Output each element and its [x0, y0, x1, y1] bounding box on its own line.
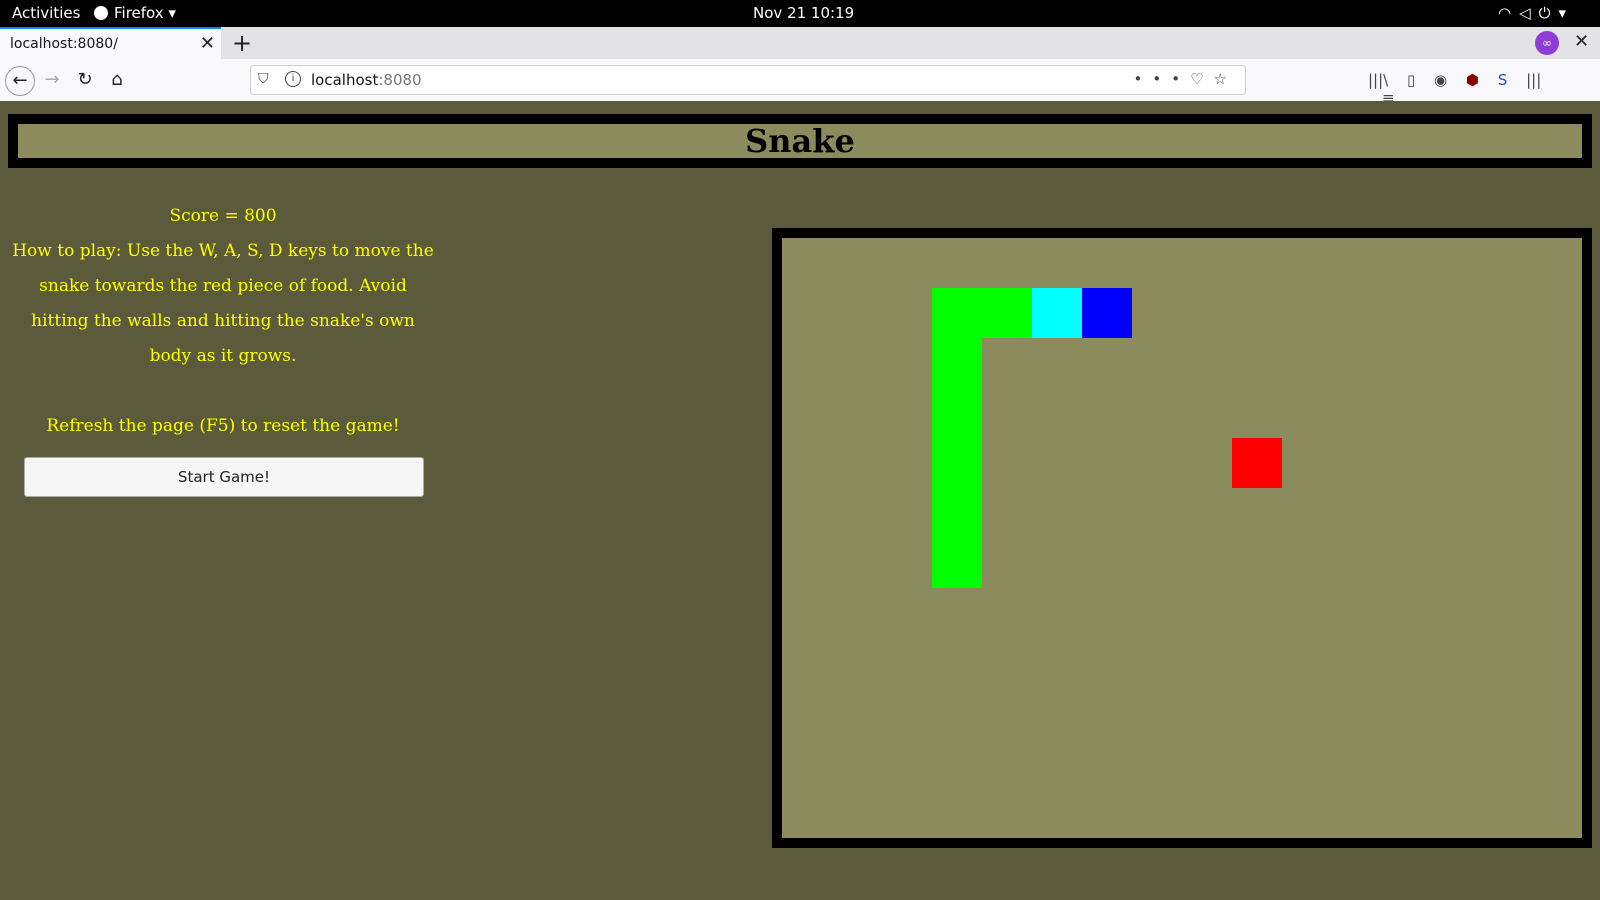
power-icon: ⏻ [1538, 4, 1551, 22]
url-bar[interactable]: ⛉ i localhost:8080 •••♡☆ [250, 65, 1246, 95]
navigation-toolbar: ← → ↻ ⌂ ⛉ i localhost:8080 •••♡☆ |||\ ▯ … [0, 59, 1600, 107]
start-game-button[interactable]: Start Game! [24, 457, 424, 497]
info-panel: Score = 800 How to play: Use the W, A, S… [8, 199, 438, 444]
bookmark-star-icon[interactable]: ☆ [1214, 70, 1237, 88]
title-banner: Snake [8, 114, 1592, 168]
tab-strip: localhost:8080/ ✕ + ∞ ✕ [0, 27, 1600, 59]
snake-body-segment [982, 288, 1032, 338]
instructions-text: How to play: Use the W, A, S, D keys to … [12, 241, 434, 366]
activities-button[interactable]: Activities [12, 4, 80, 23]
snake-body-segment [932, 388, 982, 438]
wifi-icon: ◠ [1498, 4, 1512, 22]
status-area[interactable]: ◠ ◁ ⏻ ▾ [1490, 4, 1566, 23]
game-board [772, 228, 1592, 848]
chevron-down-icon: ▾ [1558, 4, 1567, 22]
snake-neck-segment [1032, 288, 1082, 338]
reset-hint-text: Refresh the page (F5) to reset the game! [46, 416, 400, 436]
snake-head-segment [1082, 288, 1132, 338]
url-text[interactable]: localhost:8080 [311, 71, 422, 89]
library-icon[interactable]: |||\ [1368, 71, 1388, 89]
account-icon[interactable]: ◉ [1434, 71, 1447, 89]
score-text: Score = 800 [169, 206, 277, 226]
new-tab-icon[interactable]: + [232, 29, 252, 57]
private-browsing-icon: ∞ [1535, 31, 1559, 55]
volume-muted-icon: ◁ [1519, 4, 1531, 22]
back-icon[interactable]: ← [5, 66, 35, 96]
reload-icon[interactable]: ↻ [71, 66, 99, 94]
extension-icon[interactable]: S [1498, 71, 1508, 89]
firefox-icon [94, 6, 108, 20]
sidebar-icon[interactable]: ▯ [1407, 71, 1415, 89]
info-icon[interactable]: i [285, 71, 301, 87]
pocket-icon[interactable]: ♡ [1190, 70, 1213, 88]
app-menu[interactable]: Firefox ▾ [94, 4, 176, 23]
tab-active[interactable]: localhost:8080/ ✕ [0, 27, 221, 59]
url-port: :8080 [378, 71, 422, 89]
food-item [1232, 438, 1282, 488]
home-icon[interactable]: ⌂ [103, 66, 131, 94]
clock[interactable]: Nov 21 10:19 [753, 4, 854, 23]
system-top-bar: Activities Firefox ▾ Nov 21 10:19 ◠ ◁ ⏻ ▾ [0, 0, 1600, 27]
extension-grid-icon[interactable]: ||| [1526, 71, 1541, 89]
snake-body-segment [932, 338, 982, 388]
ublock-icon[interactable]: ⬢ [1466, 71, 1479, 89]
game-page: Snake Score = 800 How to play: Use the W… [0, 101, 1600, 900]
more-icon[interactable]: ••• [1134, 70, 1191, 88]
url-actions: •••♡☆ [1134, 70, 1237, 88]
app-name: Firefox [114, 4, 164, 22]
snake-body-segment [932, 488, 982, 538]
page-title: Snake [745, 122, 855, 160]
snake-body-segment [932, 438, 982, 488]
snake-body-segment [932, 288, 982, 338]
shield-icon[interactable]: ⛉ [258, 71, 269, 87]
forward-icon[interactable]: → [38, 66, 66, 94]
tab-title: localhost:8080/ [10, 36, 118, 52]
snake-body-segment [932, 538, 982, 588]
tab-close-icon[interactable]: ✕ [200, 33, 215, 54]
window-close-icon[interactable]: ✕ [1574, 31, 1589, 52]
url-host: localhost [311, 71, 379, 89]
